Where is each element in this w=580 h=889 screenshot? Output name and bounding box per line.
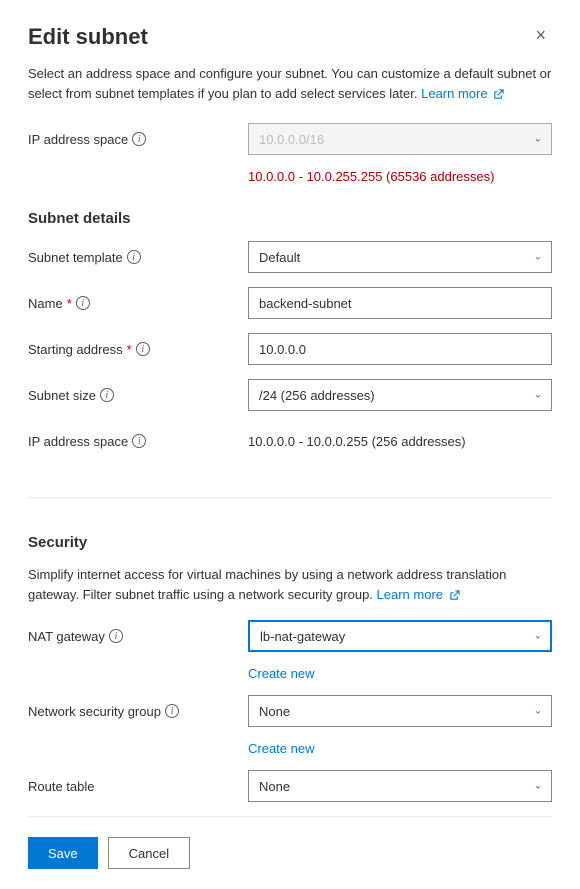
starting-address-row: Starting address * i — [28, 333, 552, 365]
section-divider — [28, 497, 552, 498]
subnet-template-select[interactable]: Default — [248, 241, 552, 273]
route-table-control: None ⌄ — [248, 770, 552, 802]
subnet-template-control: Default ⌄ — [248, 241, 552, 273]
subnet-name-label: Name * i — [28, 296, 248, 311]
panel-footer: Save Cancel — [28, 816, 552, 869]
subnet-size-info-icon[interactable]: i — [100, 388, 114, 402]
starting-address-label: Starting address * i — [28, 342, 248, 357]
security-section: Security Simplify internet access for vi… — [28, 524, 552, 816]
nat-gateway-info-icon[interactable]: i — [109, 629, 123, 643]
subnet-details-section: Subnet details Subnet template i Default… — [28, 200, 552, 471]
nsg-info-icon[interactable]: i — [165, 704, 179, 718]
subnet-template-select-wrapper: Default ⌄ — [248, 241, 552, 273]
panel-title: Edit subnet — [28, 24, 148, 50]
nsg-create-new-link[interactable]: Create new — [248, 741, 552, 756]
subnet-size-row: Subnet size i /24 (256 addresses) ⌄ — [28, 379, 552, 411]
subnet-ip-space-row: IP address space i 10.0.0.0 - 10.0.0.255… — [28, 425, 552, 457]
nat-gateway-select[interactable]: lb-nat-gateway — [248, 620, 552, 652]
subnet-size-control: /24 (256 addresses) ⌄ — [248, 379, 552, 411]
ip-address-space-control: 10.0.0.0/16 ⌄ — [248, 123, 552, 155]
nat-gateway-control: lb-nat-gateway ⌄ — [248, 620, 552, 652]
nat-gateway-select-wrapper: lb-nat-gateway ⌄ — [248, 620, 552, 652]
nsg-select-wrapper: None ⌄ — [248, 695, 552, 727]
starting-address-input[interactable] — [248, 333, 552, 365]
subnet-template-label: Subnet template i — [28, 250, 248, 265]
subnet-size-select-wrapper: /24 (256 addresses) ⌄ — [248, 379, 552, 411]
ip-address-space-select: 10.0.0.0/16 — [248, 123, 552, 155]
learn-more-link-security[interactable]: Learn more — [377, 587, 460, 602]
starting-address-control — [248, 333, 552, 365]
subnet-template-info-icon[interactable]: i — [127, 250, 141, 264]
ip-address-space-label: IP address space i — [28, 132, 248, 147]
close-button[interactable]: × — [529, 24, 552, 46]
ip-range-text: 10.0.0.0 - 10.0.255.255 (65536 addresses… — [248, 169, 552, 184]
subnet-ip-space-value: 10.0.0.0 - 10.0.0.255 (256 addresses) — [248, 434, 552, 449]
nat-gateway-create-new-link[interactable]: Create new — [248, 666, 552, 681]
subnet-size-select[interactable]: /24 (256 addresses) — [248, 379, 552, 411]
edit-subnet-panel: Edit subnet × Select an address space an… — [0, 0, 580, 889]
nsg-row: Network security group i None ⌄ — [28, 695, 552, 727]
security-description: Simplify internet access for virtual mac… — [28, 565, 552, 604]
panel-header: Edit subnet × — [28, 24, 552, 50]
ip-address-space-row: IP address space i 10.0.0.0/16 ⌄ — [28, 123, 552, 155]
nat-gateway-label: NAT gateway i — [28, 629, 248, 644]
save-button[interactable]: Save — [28, 837, 98, 869]
nsg-control: None ⌄ — [248, 695, 552, 727]
external-link-icon-security — [449, 590, 460, 601]
starting-address-info-icon[interactable]: i — [136, 342, 150, 356]
nat-gateway-row: NAT gateway i lb-nat-gateway ⌄ — [28, 620, 552, 652]
route-table-select-wrapper: None ⌄ — [248, 770, 552, 802]
learn-more-link-description[interactable]: Learn more — [421, 86, 504, 101]
route-table-label: Route table — [28, 779, 248, 794]
route-table-row: Route table None ⌄ — [28, 770, 552, 802]
subnet-name-input[interactable] — [248, 287, 552, 319]
subnet-name-info-icon[interactable]: i — [76, 296, 90, 310]
subnet-ip-space-label: IP address space i — [28, 434, 248, 449]
subnet-template-row: Subnet template i Default ⌄ — [28, 241, 552, 273]
route-table-select[interactable]: None — [248, 770, 552, 802]
subnet-name-control — [248, 287, 552, 319]
ip-address-space-select-wrapper: 10.0.0.0/16 ⌄ — [248, 123, 552, 155]
subnet-size-label: Subnet size i — [28, 388, 248, 403]
panel-description: Select an address space and configure yo… — [28, 64, 552, 103]
cancel-button[interactable]: Cancel — [108, 837, 190, 869]
subnet-name-row: Name * i — [28, 287, 552, 319]
external-link-icon — [493, 89, 504, 100]
security-heading: Security — [28, 534, 552, 551]
starting-address-required: * — [127, 342, 132, 357]
subnet-details-heading: Subnet details — [28, 210, 552, 227]
nsg-select[interactable]: None — [248, 695, 552, 727]
nsg-label: Network security group i — [28, 704, 248, 719]
subnet-ip-space-info-icon[interactable]: i — [132, 434, 146, 448]
ip-address-space-info-icon[interactable]: i — [132, 132, 146, 146]
subnet-name-required: * — [67, 296, 72, 311]
